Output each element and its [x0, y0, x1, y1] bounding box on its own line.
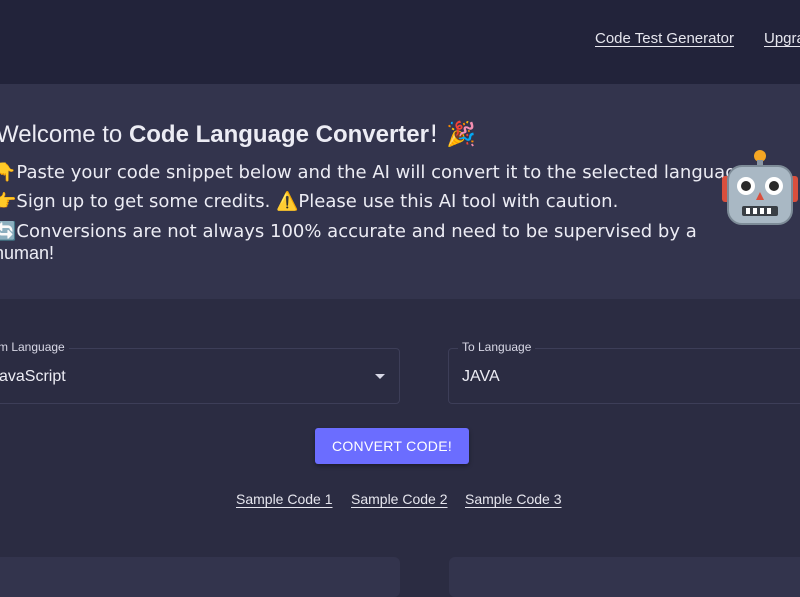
- sample-code-1-link[interactable]: Sample Code 1: [236, 491, 333, 507]
- to-language-input[interactable]: [448, 348, 800, 404]
- instruction-line-accuracy-cont: human!: [0, 243, 55, 263]
- title-suffix: ! 🎉: [428, 120, 477, 148]
- convert-code-button[interactable]: CONVERT CODE!: [315, 428, 469, 464]
- instruction-line-accuracy: 🔄Conversions are not always 100% accurat…: [0, 221, 697, 242]
- sample-code-2-link[interactable]: Sample Code 2: [351, 491, 448, 507]
- page-title: Welcome to Code Language Converter! 🎉: [0, 120, 476, 149]
- from-language-label: From Language: [0, 340, 69, 354]
- to-language-value[interactable]: JAVA: [462, 368, 500, 386]
- dropdown-caret-icon[interactable]: [375, 374, 385, 379]
- from-language-value[interactable]: JavaScript: [0, 368, 66, 386]
- source-code-editor[interactable]: [0, 557, 400, 597]
- top-navigation-bar: Code Test Generator Upgra: [0, 0, 800, 84]
- nav-link-upgrade[interactable]: Upgra: [764, 30, 800, 47]
- converted-code-output[interactable]: [449, 557, 800, 597]
- sample-code-3-link[interactable]: Sample Code 3: [465, 491, 562, 507]
- instruction-line-paste: 👇Paste your code snippet below and the A…: [0, 162, 755, 183]
- instruction-line-signup: 👉Sign up to get some credits. ⚠️Please u…: [0, 191, 619, 212]
- title-prefix: Welcome to: [0, 121, 129, 148]
- to-language-label: To Language: [458, 340, 536, 354]
- robot-icon: [722, 150, 798, 225]
- nav-link-code-test-generator[interactable]: Code Test Generator: [595, 30, 734, 47]
- title-app-name: Code Language Converter: [128, 121, 429, 148]
